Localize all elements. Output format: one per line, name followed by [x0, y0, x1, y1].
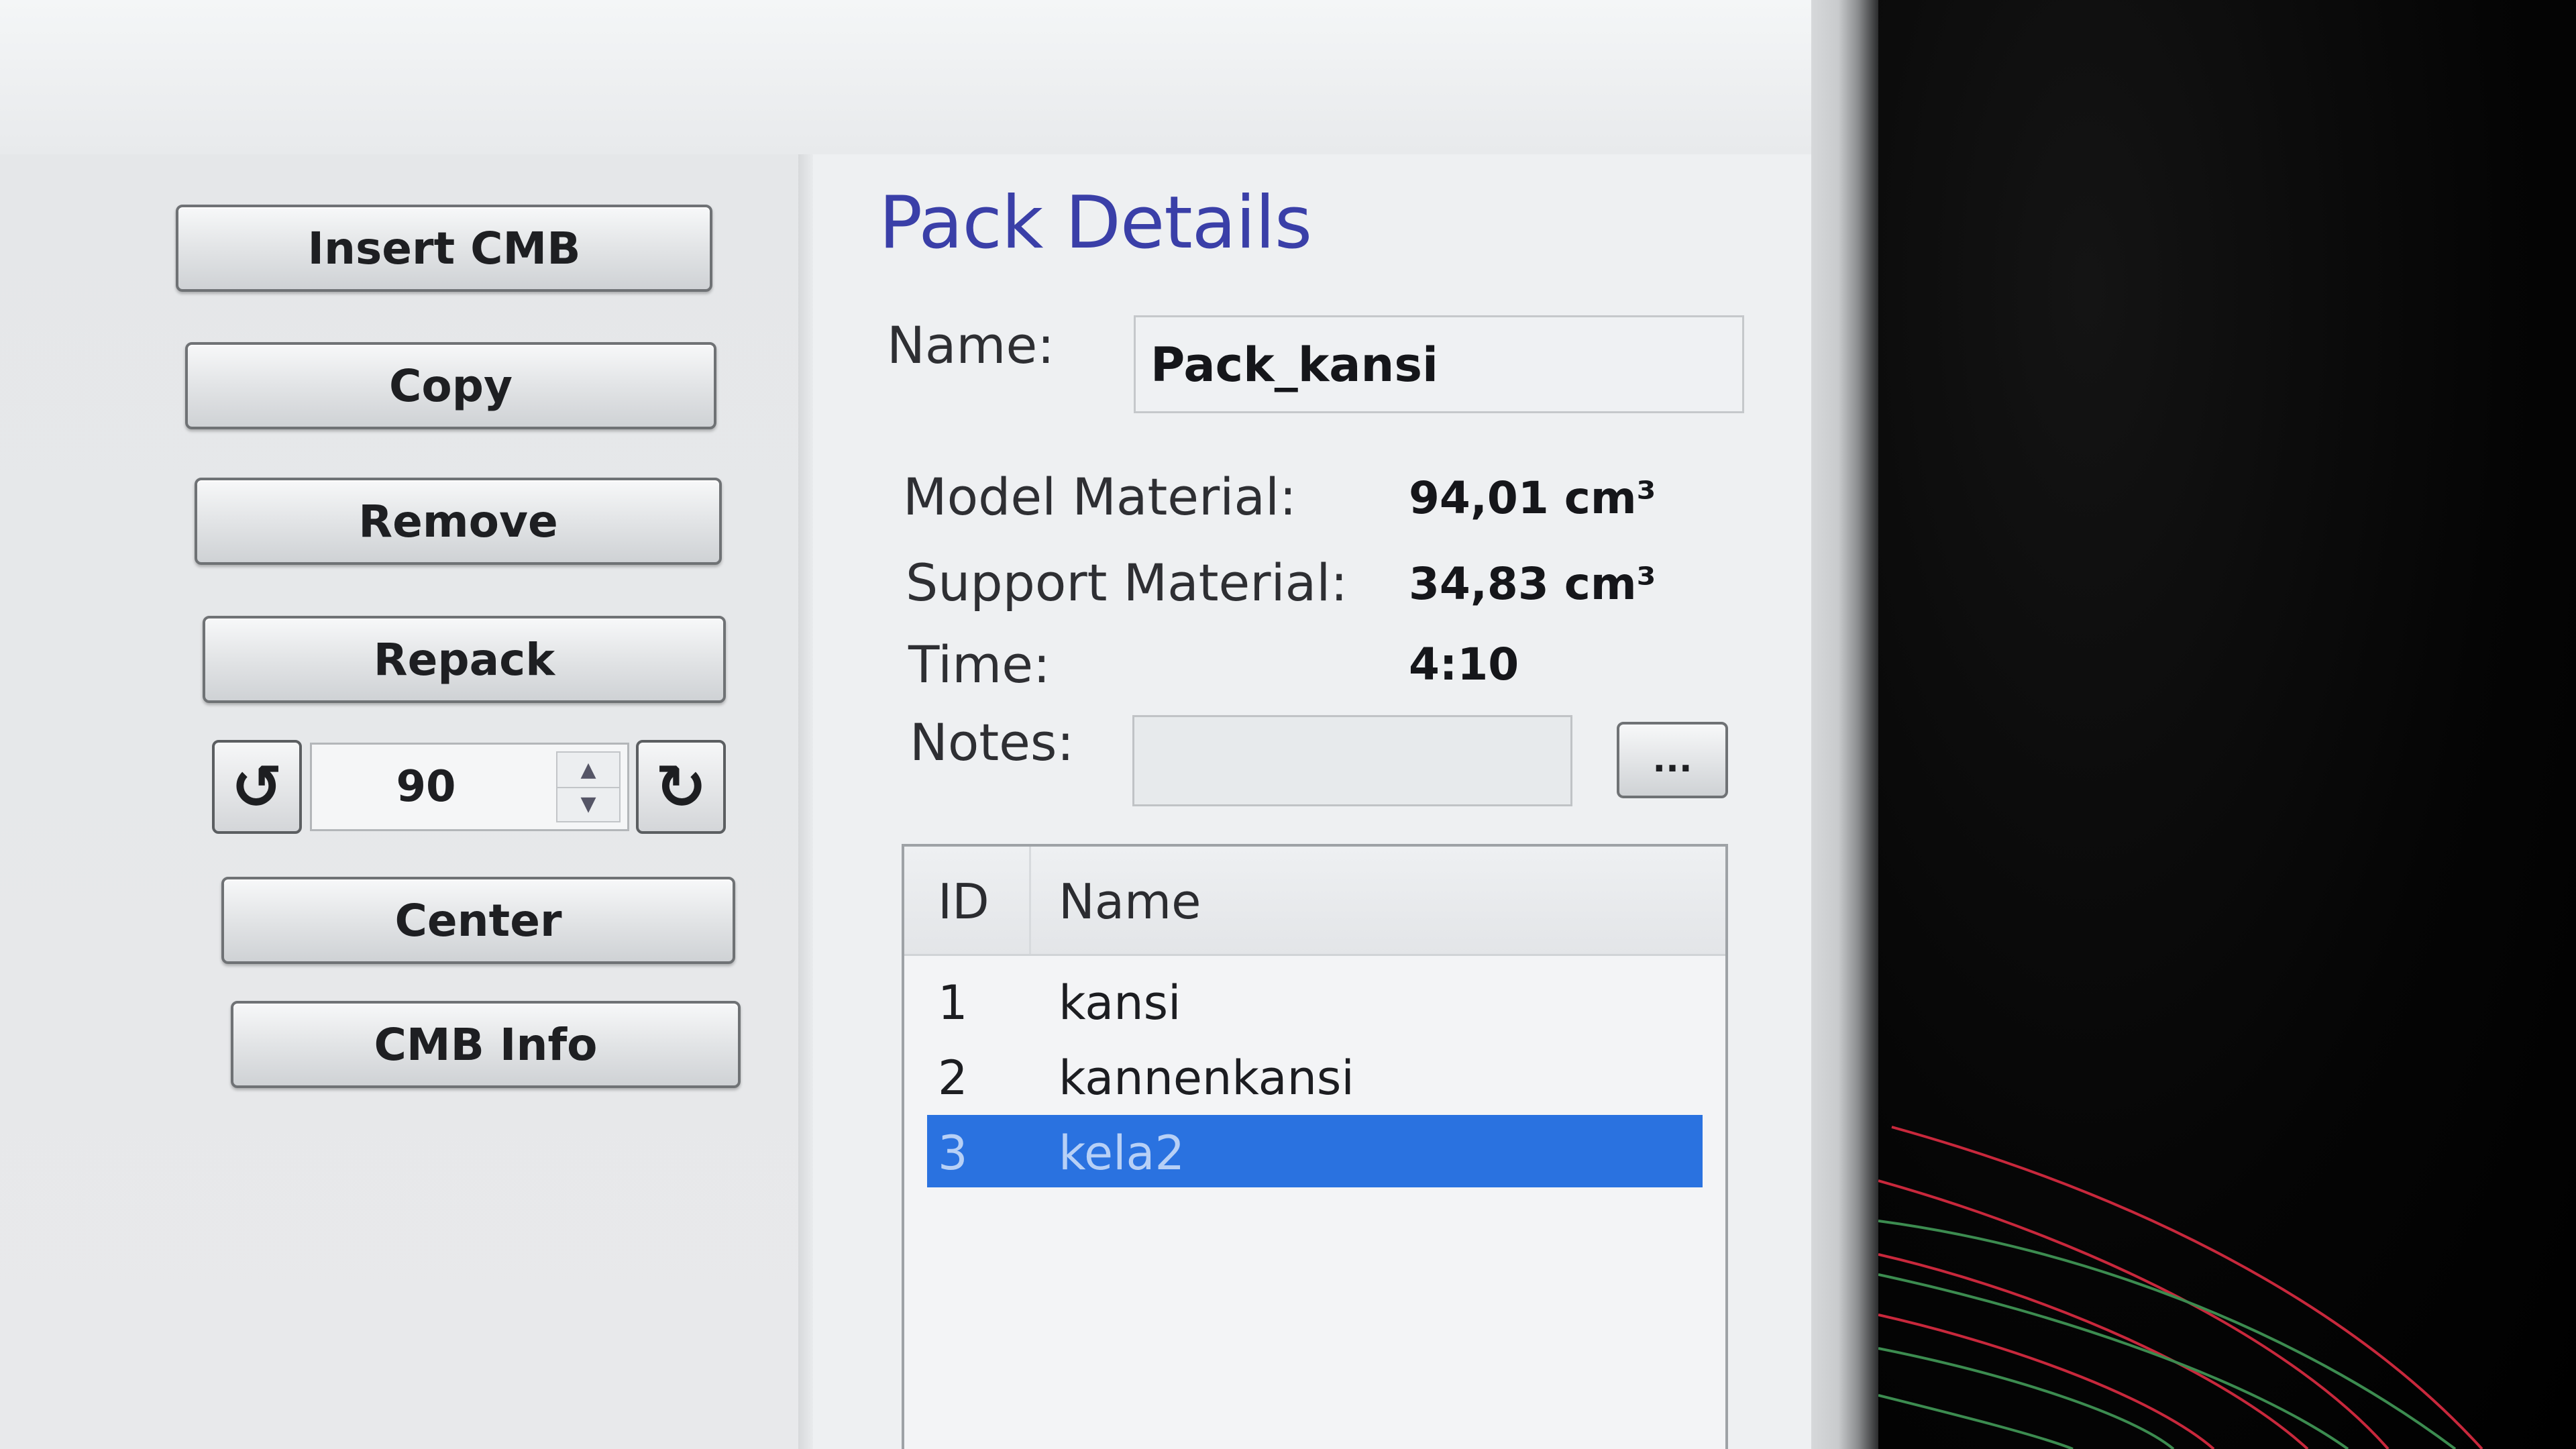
rotation-angle-value: 90	[396, 762, 456, 812]
list-item-id: 2	[938, 1051, 968, 1106]
red-curve	[1891, 1126, 2483, 1449]
rotate-cw-icon: ↻	[655, 751, 707, 823]
monitor-screen: Insert CMB Copy Remove Repack ↺ 90 ▲ ▼ ↻…	[0, 0, 2576, 1449]
repack-button[interactable]: Repack	[203, 616, 726, 703]
spin-down-icon[interactable]: ▼	[557, 787, 619, 821]
green-curve	[1878, 1394, 2074, 1449]
notes-browse-button[interactable]: ...	[1617, 722, 1728, 798]
list-item-selected[interactable]: 3 kela2	[927, 1115, 1703, 1187]
rotate-ccw-button[interactable]: ↺	[212, 740, 302, 834]
green-curve	[1878, 1220, 2457, 1449]
notes-field[interactable]	[1132, 715, 1572, 806]
column-header-name[interactable]: Name	[1059, 873, 1201, 930]
insert-cmb-button[interactable]: Insert CMB	[176, 205, 712, 292]
list-item[interactable]: 1 kansi	[927, 965, 1703, 1037]
window-border	[1811, 0, 1878, 1449]
list-item-name: kannenkansi	[1059, 1051, 1354, 1106]
support-material-label: Support Material:	[906, 553, 1348, 612]
support-material-value: 34,83 cm³	[1409, 558, 1656, 610]
red-curve	[1878, 1313, 2215, 1449]
name-label: Name:	[887, 315, 1055, 375]
red-curve	[1878, 1179, 2390, 1449]
spin-up-icon[interactable]: ▲	[557, 753, 619, 788]
column-header-id[interactable]: ID	[938, 873, 989, 930]
top-strip	[0, 0, 1878, 154]
list-header: ID Name	[904, 847, 1725, 956]
pack-details-title: Pack Details	[879, 181, 1312, 265]
center-button[interactable]: Center	[221, 877, 735, 964]
list-item-name: kansi	[1059, 975, 1181, 1030]
model-material-value: 94,01 cm³	[1409, 472, 1656, 524]
rotation-spinner: ▲ ▼	[556, 751, 621, 822]
red-curve	[1878, 1253, 2309, 1449]
time-label: Time:	[908, 635, 1051, 694]
pack-name-value: Pack_kansi	[1150, 337, 1438, 392]
list-item-id: 3	[938, 1126, 968, 1181]
model-toolpath-curves	[1878, 1126, 2483, 1449]
panel-divider	[798, 154, 813, 1449]
cmb-info-button[interactable]: CMB Info	[231, 1001, 741, 1088]
list-item-id: 1	[938, 975, 968, 1030]
cmb-list[interactable]: ID Name 1 kansi 2 kannenkansi 3 kela2	[902, 844, 1728, 1449]
rotate-cw-button[interactable]: ↻	[636, 740, 726, 834]
pack-name-field[interactable]: Pack_kansi	[1134, 315, 1744, 413]
3d-viewport[interactable]	[1878, 0, 2576, 1449]
notes-label: Notes:	[910, 712, 1075, 772]
rotate-ccw-icon: ↺	[231, 751, 283, 823]
list-item-name: kela2	[1059, 1126, 1185, 1181]
column-separator	[1029, 847, 1031, 954]
rotation-control: ↺ 90 ▲ ▼ ↻	[212, 740, 726, 834]
model-material-label: Model Material:	[903, 467, 1297, 527]
list-item[interactable]: 2 kannenkansi	[927, 1040, 1703, 1112]
time-value: 4:10	[1409, 639, 1519, 690]
copy-button[interactable]: Copy	[185, 342, 716, 429]
remove-button[interactable]: Remove	[195, 478, 722, 565]
rotation-angle-field[interactable]: 90 ▲ ▼	[310, 743, 629, 831]
pack-window: Insert CMB Copy Remove Repack ↺ 90 ▲ ▼ ↻…	[0, 0, 1878, 1449]
